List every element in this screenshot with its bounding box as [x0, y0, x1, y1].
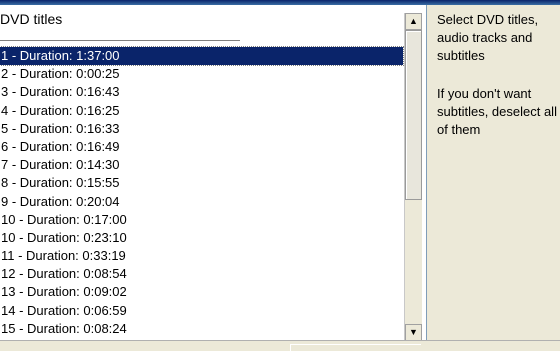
title-row[interactable]: 10 - Duration: 0:23:10 [0, 229, 403, 247]
title-row[interactable]: 15 - Duration: 0:08:24 [0, 320, 403, 338]
help-text-select: Select DVD titles, audio tracks and subt… [437, 12, 539, 63]
scroll-up-button[interactable]: ▲ [405, 13, 422, 30]
title-row[interactable]: 13 - Duration: 0:09:02 [0, 283, 403, 301]
title-rows: 1 - Duration: 1:37:00 2 - Duration: 0:00:… [0, 45, 404, 338]
title-row[interactable]: 5 - Duration: 0:16:33 [0, 120, 403, 138]
help-panel: Select DVD titles, audio tracks and subt… [432, 5, 560, 340]
title-row[interactable]: 11 - Duration: 0:33:19 [0, 247, 403, 265]
header-divider [0, 40, 240, 41]
title-row[interactable]: 1 - Duration: 1:37:00 [0, 45, 404, 67]
scroll-thumb[interactable] [405, 30, 422, 200]
title-row[interactable]: 8 - Duration: 0:15:55 [0, 174, 403, 192]
title-row[interactable]: 9 - Duration: 0:20:04 [0, 193, 403, 211]
title-row[interactable]: 3 - Duration: 0:16:43 [0, 83, 403, 101]
arrow-up-icon: ▲ [409, 16, 418, 26]
dvd-titles-list[interactable]: DVD titles 1 - Duration: 1:37:00 2 - Dura… [0, 5, 427, 340]
bottom-bar [0, 340, 560, 351]
title-row[interactable]: 4 - Duration: 0:16:25 [0, 102, 403, 120]
help-text-subtitles: If you don't want subtitles, deselect al… [437, 86, 557, 137]
arrow-down-icon: ▼ [409, 327, 418, 337]
title-row[interactable]: 12 - Duration: 0:08:54 [0, 265, 403, 283]
title-row[interactable]: 7 - Duration: 0:14:30 [0, 156, 403, 174]
list-scrollbar[interactable]: ▲ ▼ [404, 13, 422, 340]
list-header: DVD titles [0, 9, 405, 41]
title-row[interactable]: 2 - Duration: 0:00:25 [0, 65, 403, 83]
title-row[interactable]: 6 - Duration: 0:16:49 [0, 138, 403, 156]
title-row[interactable]: 10 - Duration: 0:17:00 [0, 211, 403, 229]
scroll-down-button[interactable]: ▼ [405, 324, 422, 340]
list-header-label: DVD titles [0, 11, 63, 27]
title-row[interactable]: 14 - Duration: 0:06:59 [0, 302, 403, 320]
